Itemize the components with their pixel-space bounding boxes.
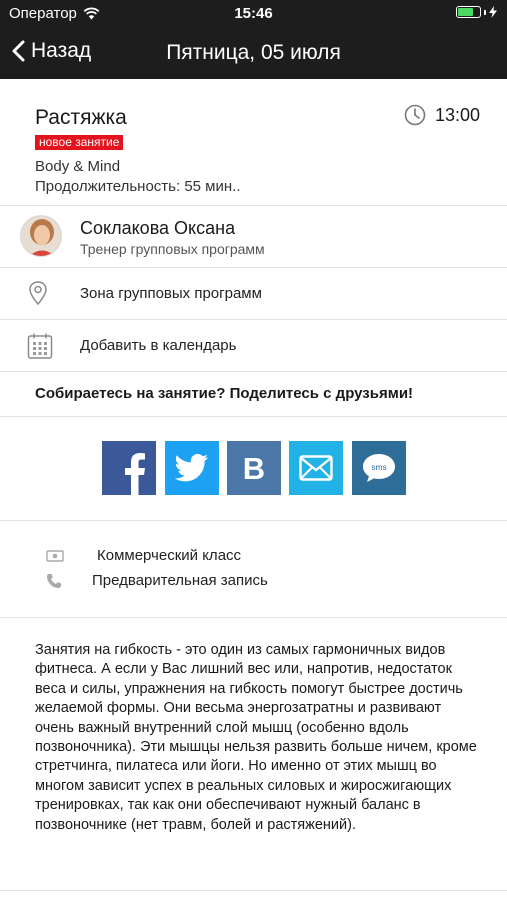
battery-indicator — [456, 6, 497, 18]
navigation-bar: Назад Пятница, 05 июля — [0, 28, 507, 79]
share-prompt: Собираетесь на занятие? Поделитесь с дру… — [0, 372, 507, 417]
calendar-label: Добавить в календарь — [80, 337, 237, 354]
class-time: 13:00 — [404, 104, 480, 126]
battery-level — [458, 8, 473, 16]
class-category: Body & Mind — [35, 158, 121, 175]
class-info: Коммерческий класс Предварительная запис… — [0, 521, 507, 618]
class-duration: Продолжительность: 55 мин.. — [35, 178, 241, 195]
share-twitter-button[interactable] — [165, 441, 219, 495]
facebook-icon — [125, 453, 145, 495]
calendar-icon — [27, 333, 53, 359]
trainer-row[interactable]: Соклакова Оксана Тренер групповых програ… — [0, 206, 507, 268]
commercial-class-label: Коммерческий класс — [97, 547, 242, 564]
phone-icon — [47, 573, 61, 588]
share-facebook-button[interactable] — [102, 441, 156, 495]
charging-icon — [489, 6, 497, 18]
battery-icon — [456, 6, 481, 18]
status-bar: Оператор 15:46 — [0, 0, 507, 28]
mail-icon — [299, 455, 333, 481]
divider — [0, 890, 507, 891]
page-title: Пятница, 05 июля — [166, 41, 341, 64]
add-to-calendar-row[interactable]: Добавить в календарь — [0, 320, 507, 372]
class-header: Растяжка новое занятие Body & Mind Продо… — [0, 79, 507, 206]
booking-label: Предварительная запись — [92, 572, 268, 589]
clock-icon — [404, 104, 426, 126]
twitter-icon — [175, 454, 208, 482]
svg-text:B: B — [243, 452, 265, 484]
class-name: Растяжка — [35, 106, 127, 129]
location-pin-icon — [29, 281, 47, 306]
commercial-class-line: Коммерческий класс — [46, 547, 241, 564]
booking-line: Предварительная запись — [46, 572, 268, 589]
location-label: Зона групповых программ — [80, 285, 262, 302]
share-vk-button[interactable]: B — [227, 441, 281, 495]
vk-icon: B — [243, 452, 265, 484]
share-sms-button[interactable]: sms — [352, 441, 406, 495]
top-bar: Оператор 15:46 Назад Пятница, 05 июля — [0, 0, 507, 79]
cash-icon — [46, 549, 64, 562]
status-time: 15:46 — [234, 5, 273, 22]
trainer-role: Тренер групповых программ — [80, 241, 265, 257]
sms-icon: sms — [363, 454, 395, 482]
trainer-name: Соклакова Оксана — [80, 218, 236, 238]
location-row[interactable]: Зона групповых программ — [0, 268, 507, 320]
class-time-value: 13:00 — [434, 104, 480, 125]
trainer-avatar — [20, 215, 62, 257]
share-buttons: B sms — [0, 417, 507, 521]
share-email-button[interactable] — [289, 441, 343, 495]
class-description: Занятия на гибкость - это один из самых … — [35, 642, 477, 833]
new-class-badge: новое занятие — [35, 135, 124, 150]
svg-text:sms: sms — [371, 462, 387, 472]
share-title: Собираетесь на занятие? Поделитесь с дру… — [35, 385, 414, 402]
